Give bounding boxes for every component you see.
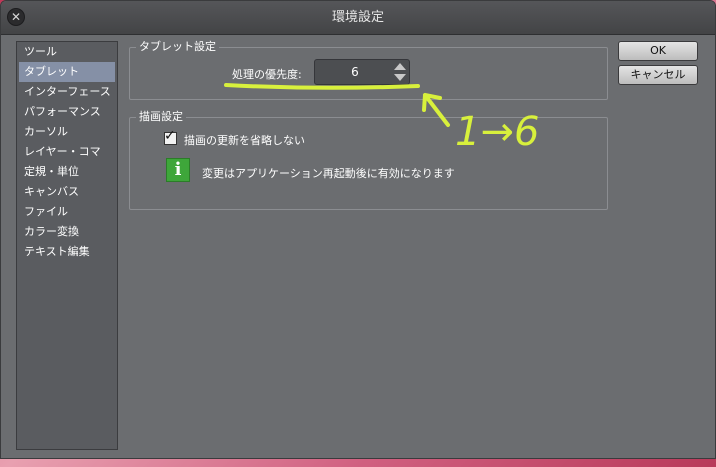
annotation-text: 1→6 xyxy=(455,109,539,155)
arrow-stroke xyxy=(422,93,450,127)
handwritten-annotation: 1→6 xyxy=(224,83,539,155)
underline-stroke xyxy=(224,83,420,90)
